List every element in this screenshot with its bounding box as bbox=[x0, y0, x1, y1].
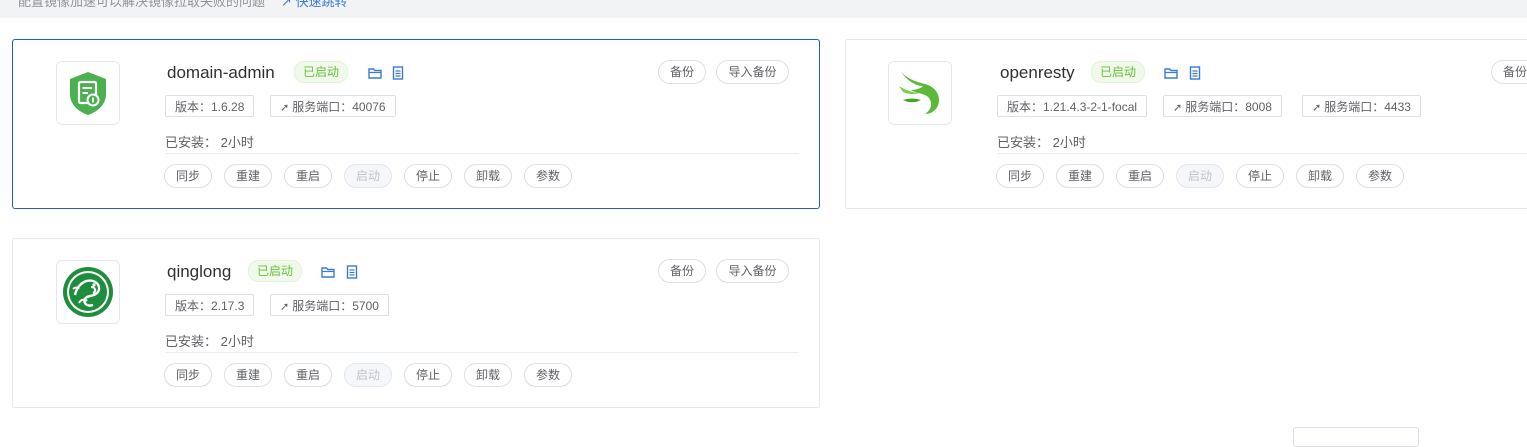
uninstall-button[interactable]: 卸载 bbox=[464, 363, 512, 387]
rebuild-button[interactable]: 重建 bbox=[224, 363, 272, 387]
port-tag[interactable]: ➚ 服务端口：4433 bbox=[1302, 95, 1421, 117]
stop-button[interactable]: 停止 bbox=[404, 363, 452, 387]
folder-icon[interactable] bbox=[368, 66, 382, 80]
navigate-arrow-icon: ➚ bbox=[1312, 102, 1322, 114]
document-icon[interactable] bbox=[1188, 66, 1202, 80]
port-label: 服务端口：5700 bbox=[292, 299, 379, 313]
restart-button[interactable]: 重启 bbox=[1116, 164, 1164, 188]
quick-jump-label: 快速跳转 bbox=[295, 0, 348, 9]
sync-button[interactable]: 同步 bbox=[164, 363, 212, 387]
document-icon[interactable] bbox=[391, 66, 405, 80]
sync-button[interactable]: 同步 bbox=[164, 164, 212, 188]
app-logo bbox=[56, 260, 120, 324]
version-tag: 版本：1.21.4.3-2-1-focal bbox=[997, 95, 1148, 117]
rebuild-button[interactable]: 重建 bbox=[1056, 164, 1104, 188]
uninstall-button[interactable]: 卸载 bbox=[464, 164, 512, 188]
backup-button[interactable]: 备份 bbox=[1491, 60, 1527, 84]
pagination-size-select[interactable] bbox=[1293, 427, 1419, 447]
uninstall-button[interactable]: 卸载 bbox=[1296, 164, 1344, 188]
backup-button[interactable]: 备份 bbox=[658, 259, 706, 283]
start-button[interactable]: 启动 bbox=[344, 164, 392, 188]
installed-time: 已安装： 2小时 bbox=[997, 135, 1086, 150]
navigate-arrow-icon: ➚ bbox=[280, 102, 290, 114]
port-label: 服务端口：40076 bbox=[292, 100, 386, 114]
mirror-tip-bar: 配置镜像加速可以解决镜像拉取失败的问题 ↗ 快速跳转 bbox=[0, 0, 1527, 18]
import-backup-button[interactable]: 导入备份 bbox=[716, 259, 789, 283]
params-button[interactable]: 参数 bbox=[1356, 164, 1404, 188]
status-badge: 已启动 bbox=[248, 260, 303, 282]
stop-button[interactable]: 停止 bbox=[1236, 164, 1284, 188]
status-badge: 已启动 bbox=[1091, 61, 1146, 83]
installed-time: 已安装： 2小时 bbox=[165, 135, 254, 150]
mirror-tip-label: 配置镜像加速可以解决镜像拉取失败的问题 bbox=[18, 0, 266, 9]
app-card-domain-admin[interactable]: domain-admin 已启动 备份 导入备份 版本：1.6.28 ➚ 服务端口… bbox=[12, 39, 820, 209]
folder-icon[interactable] bbox=[1164, 66, 1178, 80]
folder-icon[interactable] bbox=[321, 265, 335, 279]
mirror-tip-text: 配置镜像加速可以解决镜像拉取失败的问题 ↗ 快速跳转 bbox=[18, 0, 348, 10]
navigate-arrow-icon: ➚ bbox=[1173, 102, 1183, 114]
restart-button[interactable]: 重启 bbox=[284, 363, 332, 387]
app-card-qinglong[interactable]: qinglong 已启动 备份 导入备份 版本：2.17.3 ➚ 服务端口：570… bbox=[12, 238, 820, 408]
port-tag[interactable]: ➚ 服务端口：5700 bbox=[270, 294, 389, 316]
app-logo bbox=[56, 61, 120, 125]
rebuild-button[interactable]: 重建 bbox=[224, 164, 272, 188]
app-logo bbox=[888, 61, 952, 125]
document-icon[interactable] bbox=[345, 265, 359, 279]
sync-button[interactable]: 同步 bbox=[996, 164, 1044, 188]
backup-button[interactable]: 备份 bbox=[658, 60, 706, 84]
dragon-emblem-icon bbox=[63, 267, 113, 317]
installed-time: 已安装： 2小时 bbox=[165, 334, 254, 349]
status-badge: 已启动 bbox=[294, 61, 349, 83]
shield-document-icon bbox=[70, 72, 106, 115]
navigate-arrow-icon: ➚ bbox=[280, 301, 290, 313]
import-backup-button[interactable]: 导入备份 bbox=[716, 60, 789, 84]
port-tag[interactable]: ➚ 服务端口：8008 bbox=[1163, 95, 1282, 117]
start-button[interactable]: 启动 bbox=[344, 363, 392, 387]
version-tag: 版本：2.17.3 bbox=[165, 294, 255, 316]
port-tag[interactable]: ➚ 服务端口：40076 bbox=[270, 95, 396, 117]
params-button[interactable]: 参数 bbox=[524, 164, 572, 188]
app-name: qinglong bbox=[167, 262, 232, 281]
restart-button[interactable]: 重启 bbox=[284, 164, 332, 188]
params-button[interactable]: 参数 bbox=[524, 363, 572, 387]
app-name: openresty bbox=[1000, 63, 1075, 82]
port-label: 服务端口：8008 bbox=[1185, 100, 1272, 114]
card-divider bbox=[165, 153, 799, 154]
card-divider bbox=[165, 352, 799, 353]
stop-button[interactable]: 停止 bbox=[404, 164, 452, 188]
start-button[interactable]: 启动 bbox=[1176, 164, 1224, 188]
green-wing-icon bbox=[899, 72, 939, 114]
app-name: domain-admin bbox=[167, 63, 275, 82]
card-divider bbox=[997, 153, 1527, 154]
quick-jump-link[interactable]: ↗ 快速跳转 bbox=[281, 0, 348, 9]
port-label: 服务端口：4433 bbox=[1324, 100, 1411, 114]
app-card-openresty[interactable]: openresty 已启动 备份 版本：1.21.4.3-2-1-focal ➚… bbox=[845, 39, 1527, 209]
version-tag: 版本：1.6.28 bbox=[165, 95, 255, 117]
